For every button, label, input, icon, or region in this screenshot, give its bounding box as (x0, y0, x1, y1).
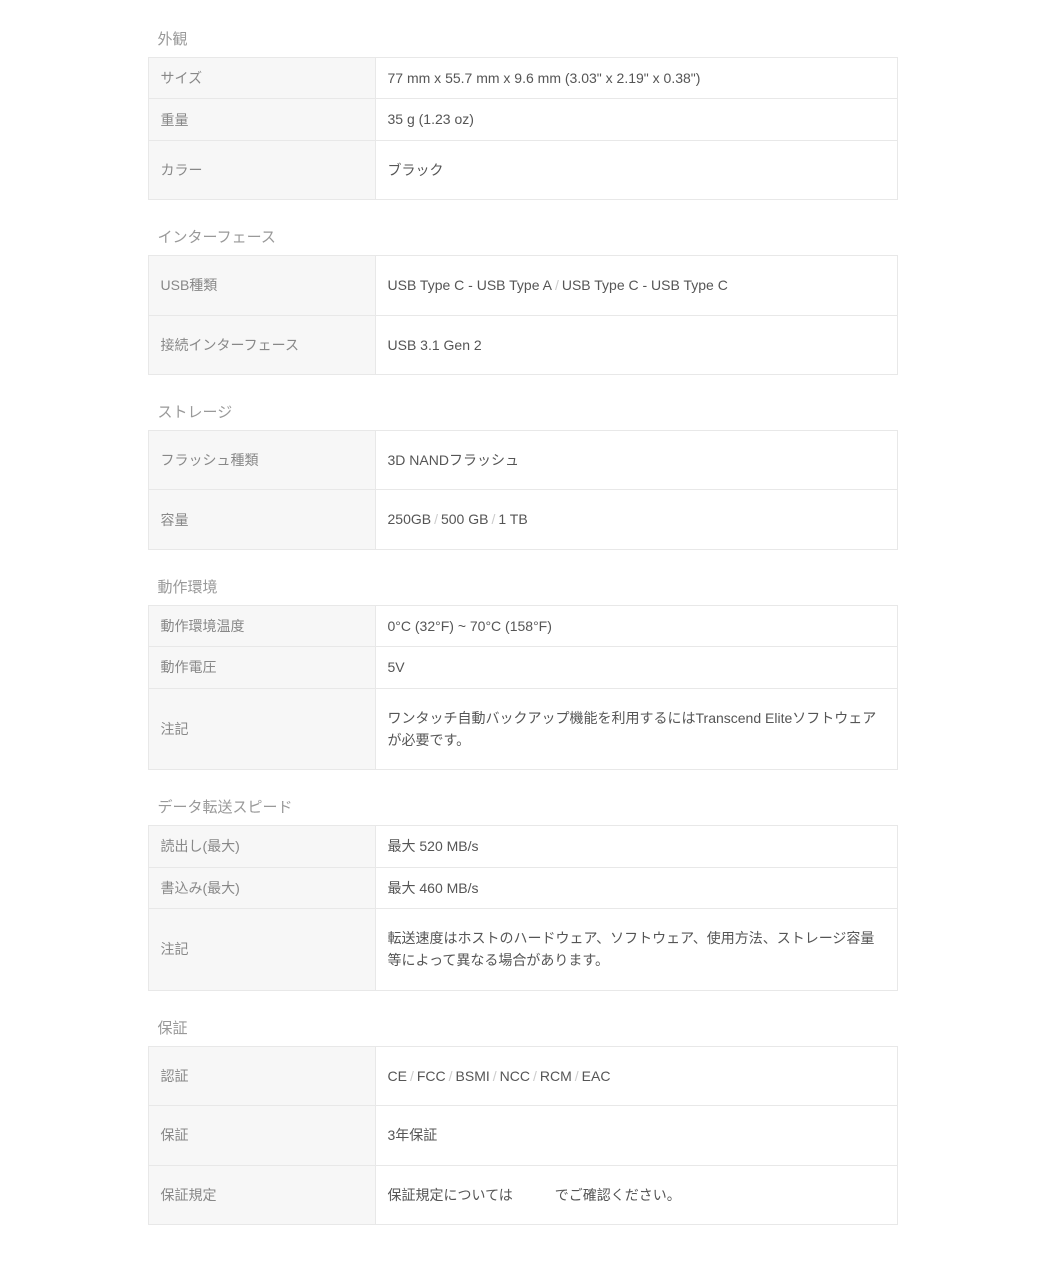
spec-label: 保証規定 (148, 1165, 375, 1224)
spec-label: 動作環境温度 (148, 605, 375, 646)
section-title: ストレージ (148, 393, 898, 430)
spec-value: 最大 520 MB/s (375, 826, 897, 867)
spec-value-item: 1 TB (498, 511, 527, 527)
table-row: 保証3年保証 (148, 1106, 897, 1165)
spec-value-item: NCC (500, 1068, 530, 1084)
spec-value: USB Type C - USB Type A/USB Type C - USB… (375, 256, 897, 315)
section-title: データ転送スピード (148, 788, 898, 825)
spec-label: 保証 (148, 1106, 375, 1165)
table-row: カラーブラック (148, 140, 897, 199)
spec-section: ストレージフラッシュ種類3D NANDフラッシュ容量250GB/500 GB/1… (148, 393, 898, 550)
table-row: 動作環境温度0°C (32°F) ~ 70°C (158°F) (148, 605, 897, 646)
spec-value-item: EAC (582, 1068, 611, 1084)
spec-table: 読出し(最大)最大 520 MB/s書込み(最大)最大 460 MB/s注記転送… (148, 825, 898, 991)
table-row: サイズ77 mm x 55.7 mm x 9.6 mm (3.03" x 2.1… (148, 58, 897, 99)
spec-value: ワンタッチ自動バックアップ機能を利用するにはTranscend Eliteソフト… (375, 688, 897, 770)
spec-value-item: 500 GB (441, 511, 488, 527)
section-title: 外観 (148, 20, 898, 57)
spec-value: 3年保証 (375, 1106, 897, 1165)
table-row: 接続インターフェースUSB 3.1 Gen 2 (148, 315, 897, 374)
spec-value: ブラック (375, 140, 897, 199)
table-row: フラッシュ種類3D NANDフラッシュ (148, 430, 897, 489)
spec-label: 書込み(最大) (148, 867, 375, 908)
spec-label: フラッシュ種類 (148, 430, 375, 489)
separator: / (446, 1068, 456, 1084)
spec-label: 注記 (148, 688, 375, 770)
spec-value: 35 g (1.23 oz) (375, 99, 897, 140)
table-row: USB種類USB Type C - USB Type A/USB Type C … (148, 256, 897, 315)
section-title: インターフェース (148, 218, 898, 255)
separator: / (407, 1068, 417, 1084)
table-row: 注記ワンタッチ自動バックアップ機能を利用するにはTranscend Eliteソ… (148, 688, 897, 770)
spec-value-item: RCM (540, 1068, 572, 1084)
spec-label: 重量 (148, 99, 375, 140)
spec-label: 注記 (148, 909, 375, 991)
spec-value-item: FCC (417, 1068, 446, 1084)
spec-label: 読出し(最大) (148, 826, 375, 867)
spec-value: 0°C (32°F) ~ 70°C (158°F) (375, 605, 897, 646)
spec-label: サイズ (148, 58, 375, 99)
table-row: 容量250GB/500 GB/1 TB (148, 490, 897, 549)
spec-table: 認証CE/FCC/BSMI/NCC/RCM/EAC保証3年保証保証規定保証規定に… (148, 1046, 898, 1225)
spec-value-item: USB Type C - USB Type A (388, 277, 552, 293)
table-row: 動作電圧5V (148, 647, 897, 688)
spec-table: サイズ77 mm x 55.7 mm x 9.6 mm (3.03" x 2.1… (148, 57, 898, 200)
table-row: 重量35 g (1.23 oz) (148, 99, 897, 140)
table-row: 認証CE/FCC/BSMI/NCC/RCM/EAC (148, 1046, 897, 1105)
spec-value: 保証規定については でご確認ください。 (375, 1165, 897, 1224)
separator: / (572, 1068, 582, 1084)
spec-section: インターフェースUSB種類USB Type C - USB Type A/USB… (148, 218, 898, 375)
spec-value-item: 250GB (388, 511, 432, 527)
spec-table: USB種類USB Type C - USB Type A/USB Type C … (148, 255, 898, 375)
spec-label: 動作電圧 (148, 647, 375, 688)
spec-table: 動作環境温度0°C (32°F) ~ 70°C (158°F)動作電圧5V注記ワ… (148, 605, 898, 771)
spec-section: データ転送スピード読出し(最大)最大 520 MB/s書込み(最大)最大 460… (148, 788, 898, 991)
separator: / (490, 1068, 500, 1084)
spec-value: 最大 460 MB/s (375, 867, 897, 908)
spec-value-item: CE (388, 1068, 407, 1084)
spec-section: 動作環境動作環境温度0°C (32°F) ~ 70°C (158°F)動作電圧5… (148, 568, 898, 771)
spec-value: 77 mm x 55.7 mm x 9.6 mm (3.03" x 2.19" … (375, 58, 897, 99)
table-row: 読出し(最大)最大 520 MB/s (148, 826, 897, 867)
spec-value-item: USB Type C - USB Type C (562, 277, 728, 293)
table-row: 書込み(最大)最大 460 MB/s (148, 867, 897, 908)
spec-container: 外観サイズ77 mm x 55.7 mm x 9.6 mm (3.03" x 2… (148, 20, 898, 1225)
separator: / (488, 511, 498, 527)
separator: / (552, 277, 562, 293)
spec-label: 認証 (148, 1046, 375, 1105)
spec-label: 接続インターフェース (148, 315, 375, 374)
table-row: 注記転送速度はホストのハードウェア、ソフトウェア、使用方法、ストレージ容量等によ… (148, 909, 897, 991)
spec-label: カラー (148, 140, 375, 199)
separator: / (431, 511, 441, 527)
spec-value: 5V (375, 647, 897, 688)
spec-table: フラッシュ種類3D NANDフラッシュ容量250GB/500 GB/1 TB (148, 430, 898, 550)
spec-label: USB種類 (148, 256, 375, 315)
spec-value: 250GB/500 GB/1 TB (375, 490, 897, 549)
section-title: 動作環境 (148, 568, 898, 605)
spec-section: 外観サイズ77 mm x 55.7 mm x 9.6 mm (3.03" x 2… (148, 20, 898, 200)
spec-value: USB 3.1 Gen 2 (375, 315, 897, 374)
table-row: 保証規定保証規定については でご確認ください。 (148, 1165, 897, 1224)
spec-value: 転送速度はホストのハードウェア、ソフトウェア、使用方法、ストレージ容量等によって… (375, 909, 897, 991)
spec-section: 保証認証CE/FCC/BSMI/NCC/RCM/EAC保証3年保証保証規定保証規… (148, 1009, 898, 1225)
separator: / (530, 1068, 540, 1084)
section-title: 保証 (148, 1009, 898, 1046)
spec-value: CE/FCC/BSMI/NCC/RCM/EAC (375, 1046, 897, 1105)
spec-label: 容量 (148, 490, 375, 549)
spec-value-item: BSMI (456, 1068, 490, 1084)
spec-value: 3D NANDフラッシュ (375, 430, 897, 489)
